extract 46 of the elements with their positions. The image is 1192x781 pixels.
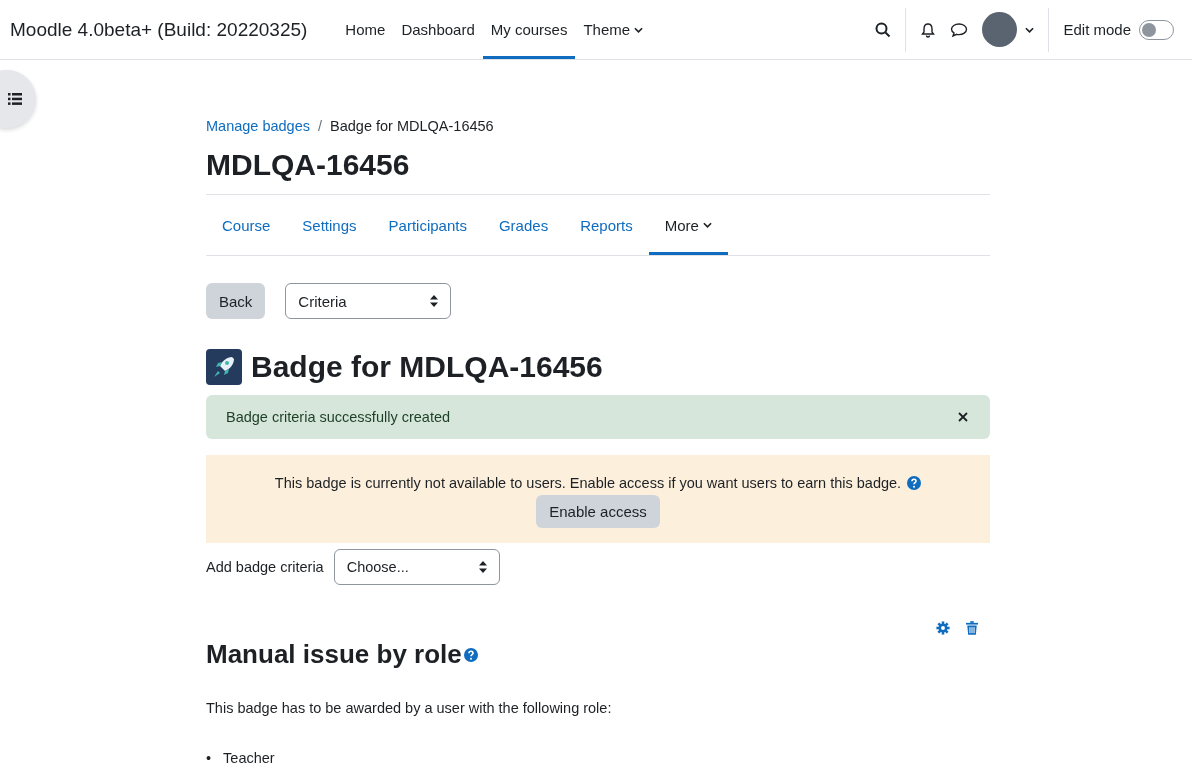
course-tab[interactable]: More <box>648 195 728 255</box>
help-icon[interactable] <box>907 476 922 490</box>
course-tab[interactable]: Reports <box>564 195 649 255</box>
page-title: MDLQA-16456 <box>206 148 411 182</box>
alert-message: This badge is currently not available to users. Enable access if you want users to earn this badge. <box>274 475 902 491</box>
list-icon <box>8 93 22 105</box>
criterion-description: This badge has to be awarded by a user with the following role: <box>206 700 613 716</box>
current-page-label: Badge for MDLQA-16456 <box>330 118 494 134</box>
criteria-select[interactable]: Criteria <box>285 283 452 319</box>
course-tab[interactable]: Course <box>206 195 287 255</box>
bell-icon[interactable] <box>920 21 937 38</box>
role-item: Teacher <box>223 750 275 766</box>
chat-bubble-icon[interactable] <box>950 21 969 38</box>
nav-link[interactable]: Dashboard <box>393 0 483 59</box>
add-criteria-select[interactable]: Choose... <box>333 549 500 585</box>
avatar-icon <box>982 12 1018 47</box>
caret-icon <box>1025 26 1035 33</box>
enable-access-button[interactable]: Enable access <box>536 495 660 528</box>
breadcrumb-link[interactable]: Manage badges <box>206 118 310 134</box>
add-criteria-label: Add badge criteria <box>206 559 324 575</box>
edit-mode-label: Edit mode <box>1063 21 1131 38</box>
caret-icon <box>702 222 712 228</box>
nav-link[interactable]: Home <box>337 0 394 59</box>
user-menu[interactable] <box>982 12 1035 47</box>
settings-icon[interactable] <box>936 621 950 635</box>
criterion-title: Manual issue by role <box>206 639 462 670</box>
rocket-badge-icon <box>206 349 242 385</box>
edit-mode-toggle[interactable] <box>1139 19 1174 40</box>
search-icon[interactable] <box>875 21 892 38</box>
help-icon[interactable] <box>463 647 478 662</box>
back-button[interactable]: Back <box>206 283 266 319</box>
course-tab[interactable]: Grades <box>482 195 565 255</box>
course-tab[interactable]: Settings <box>286 195 373 255</box>
badge-title: Badge for MDLQA-16456 <box>251 350 603 384</box>
nav-link[interactable]: My courses <box>482 0 576 59</box>
trash-icon[interactable] <box>966 621 978 635</box>
sort-caret-icon <box>430 295 439 307</box>
site-name[interactable]: Moodle 4.0beta+ (Build: 20220325) <box>10 18 308 41</box>
caret-icon <box>634 26 644 33</box>
bullet: • <box>206 750 212 766</box>
breadcrumb-separator: / <box>318 118 323 134</box>
nav-link[interactable]: Theme <box>575 0 652 59</box>
close-icon[interactable] <box>958 412 968 422</box>
alert-message: Badge criteria successfully created <box>226 409 451 425</box>
course-tab[interactable]: Participants <box>372 195 483 255</box>
sort-caret-icon <box>478 561 487 573</box>
